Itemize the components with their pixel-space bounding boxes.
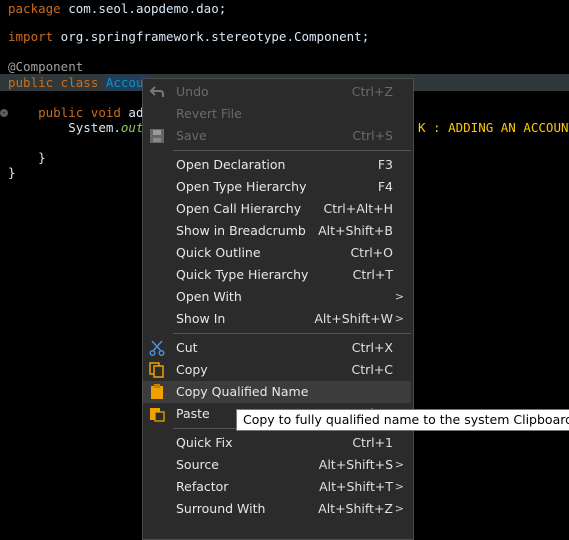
menu-item-quick-type-hierarchy[interactable]: Quick Type Hierarchy Ctrl+T — [143, 264, 411, 286]
undo-icon — [149, 84, 165, 100]
menu-item-open-declaration[interactable]: Open Declaration F3 — [143, 154, 411, 176]
submenu-arrow-icon: > — [394, 290, 404, 303]
static-field: out — [120, 120, 144, 135]
save-icon — [149, 128, 165, 144]
menu-item-label: Source — [176, 457, 219, 472]
menu-item-cut[interactable]: Cut Ctrl+X — [143, 337, 411, 359]
menu-item-save[interactable]: Save Ctrl+S — [143, 125, 411, 147]
menu-item-label: Quick Type Hierarchy — [176, 267, 309, 282]
menu-item-open-type-hierarchy[interactable]: Open Type Hierarchy F4 — [143, 176, 411, 198]
menu-item-show-in-breadcrumb[interactable]: Show in Breadcrumb Alt+Shift+B — [143, 220, 411, 242]
menu-item-label: Save — [176, 128, 207, 143]
menu-item-shortcut: F3 — [377, 157, 393, 172]
menu-item-shortcut: Ctrl+O — [350, 245, 393, 260]
menu-item-shortcut: Ctrl+1 — [352, 435, 393, 450]
menu-separator — [173, 333, 411, 334]
menu-item-shortcut: Ctrl+S — [352, 128, 393, 143]
keyword: public void — [38, 105, 121, 120]
menu-item-label: Refactor — [176, 479, 229, 494]
fold-marker-icon[interactable]: - — [0, 109, 8, 117]
menu-item-refactor[interactable]: Refactor Alt+Shift+T > — [143, 476, 411, 498]
menu-item-label: Quick Fix — [176, 435, 233, 450]
keyword: import — [8, 29, 54, 44]
menu-item-label: Open With — [176, 289, 242, 304]
code-text: org.springframework.stereotype.Component… — [53, 29, 370, 44]
menu-item-label: Revert File — [176, 106, 242, 121]
submenu-arrow-icon: > — [394, 480, 404, 493]
menu-item-shortcut: Ctrl+T — [352, 267, 393, 282]
paste-icon — [149, 406, 165, 422]
menu-item-revert-file[interactable]: Revert File — [143, 103, 411, 125]
menu-item-label: Quick Outline — [176, 245, 261, 260]
code-line-println[interactable]: System.out. — [8, 119, 151, 137]
code-line-package[interactable]: package com.seol.aopdemo.dao; — [8, 0, 226, 18]
menu-item-label: Paste — [176, 406, 210, 421]
tooltip: Copy to fully qualified name to the syst… — [236, 409, 569, 431]
menu-item-copy-qualified-name[interactable]: Copy Qualified Name — [143, 381, 411, 403]
menu-item-copy[interactable]: Copy Ctrl+C — [143, 359, 411, 381]
menu-item-label: Undo — [176, 84, 209, 99]
code-line-class[interactable]: public class Accoun — [8, 74, 151, 92]
menu-item-label: Copy — [176, 362, 208, 377]
copy-icon — [149, 362, 165, 378]
menu-item-shortcut: Ctrl+C — [351, 362, 393, 377]
keyword: public class — [8, 75, 99, 90]
menu-item-label: Open Call Hierarchy — [176, 201, 302, 216]
menu-item-shortcut: Alt+Shift+B — [318, 223, 393, 238]
menu-item-shortcut: Ctrl+Alt+H — [323, 201, 393, 216]
menu-item-shortcut: F4 — [377, 179, 393, 194]
string-literal[interactable]: K : ADDING AN ACCOUNT" — [418, 119, 569, 137]
menu-item-label: Show in Breadcrumb — [176, 223, 306, 238]
menu-item-open-call-hierarchy[interactable]: Open Call Hierarchy Ctrl+Alt+H — [143, 198, 411, 220]
menu-item-open-with[interactable]: Open With > — [143, 286, 411, 308]
menu-item-shortcut: Alt+Shift+W — [314, 311, 393, 326]
scissors-icon — [149, 340, 165, 357]
menu-item-source[interactable]: Source Alt+Shift+S > — [143, 454, 411, 476]
clipboard-icon — [149, 384, 165, 400]
menu-item-shortcut: Ctrl+X — [351, 340, 393, 355]
menu-separator — [173, 150, 411, 151]
context-menu: Undo Ctrl+Z Revert File Save Ctrl+S Open… — [142, 78, 414, 540]
menu-item-shortcut: Ctrl+Z — [351, 84, 393, 99]
menu-item-label: Surround With — [176, 501, 266, 516]
menu-item-show-in[interactable]: Show In Alt+Shift+W > — [143, 308, 411, 330]
keyword: package — [8, 1, 61, 16]
menu-item-label: Open Type Hierarchy — [176, 179, 307, 194]
code-line-import[interactable]: import org.springframework.stereotype.Co… — [8, 28, 369, 46]
menu-item-shortcut: Alt+Shift+Z — [318, 501, 393, 516]
menu-item-quick-outline[interactable]: Quick Outline Ctrl+O — [143, 242, 411, 264]
menu-item-label: Cut — [176, 340, 198, 355]
menu-item-label: Copy Qualified Name — [176, 384, 309, 399]
menu-item-surround-with[interactable]: Surround With Alt+Shift+Z > — [143, 498, 411, 520]
menu-item-shortcut: Alt+Shift+S — [318, 457, 393, 472]
menu-item-label: Show In — [176, 311, 226, 326]
submenu-arrow-icon: > — [394, 502, 404, 515]
code-text: com.seol.aopdemo.dao; — [60, 1, 227, 16]
menu-item-label: Open Declaration — [176, 157, 286, 172]
menu-item-undo[interactable]: Undo Ctrl+Z — [143, 81, 411, 103]
submenu-arrow-icon: > — [394, 312, 404, 325]
menu-item-shortcut: Alt+Shift+T — [319, 479, 393, 494]
submenu-arrow-icon: > — [394, 458, 404, 471]
code-line-close-class[interactable]: } — [8, 164, 16, 182]
menu-item-quick-fix[interactable]: Quick Fix Ctrl+1 — [143, 432, 411, 454]
code-text: System. — [68, 120, 121, 135]
